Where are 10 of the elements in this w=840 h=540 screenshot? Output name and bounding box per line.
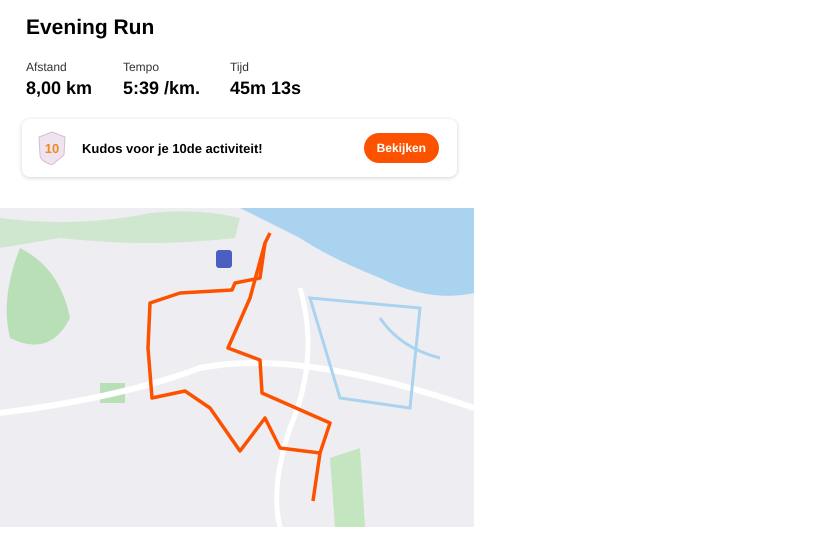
stat-label: Afstand: [26, 60, 68, 74]
view-button[interactable]: Bekijken: [364, 133, 439, 163]
kudos-message: Kudos voor je 10de activiteit!: [82, 140, 264, 156]
stat-value: 45m 13s: [230, 78, 302, 99]
stat-label: Tijd: [230, 60, 250, 74]
badge-icon: 10: [38, 131, 66, 165]
stat-label: Tempo: [123, 60, 160, 74]
activity-title: Evening Run: [26, 16, 156, 40]
stat-value: 8,00 km: [26, 78, 94, 99]
stat-value: 5:39 /km.: [123, 78, 202, 99]
